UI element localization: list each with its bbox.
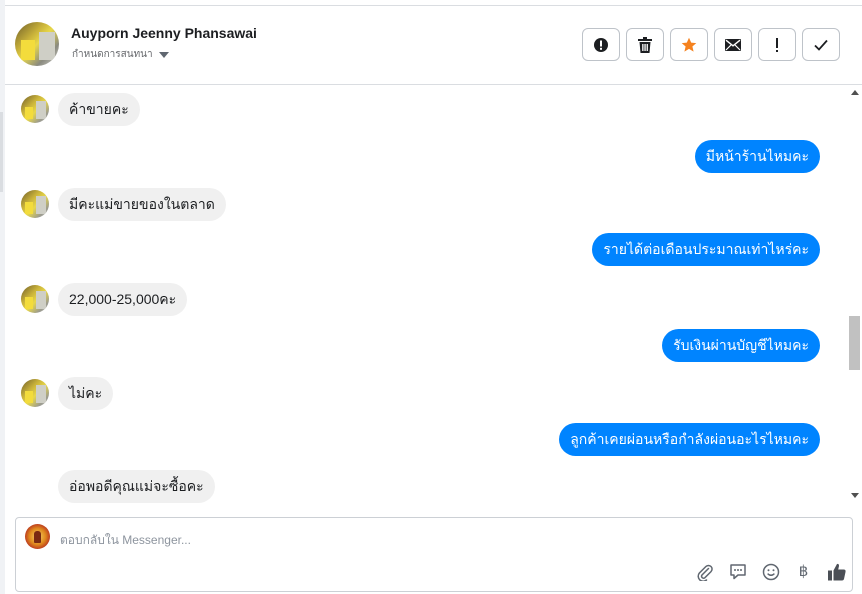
incoming-message-bubble[interactable]: มีคะแม่ขายของในตลาด (58, 188, 226, 221)
alert-circle-icon (594, 37, 608, 52)
attach-file-button[interactable] (694, 561, 715, 582)
incoming-message-bubble[interactable]: ไม่คะ (58, 377, 114, 410)
message-row-outgoing: รายได้ต่อเดือนประมาณเท่าไหร่คะ (5, 230, 847, 270)
check-icon (814, 39, 828, 51)
contact-avatar-small[interactable] (21, 95, 49, 123)
outgoing-message-bubble[interactable]: มีหน้าร้านไหมคะ (694, 140, 820, 173)
message-row-incoming: มีคะแม่ขายของในตลาด (5, 183, 847, 223)
reply-composer: ฿ (15, 517, 853, 592)
outgoing-message-bubble[interactable]: รายได้ต่อเดือนประมาณเท่าไหร่คะ (592, 233, 820, 266)
message-row-outgoing: มีหน้าร้านไหมคะ (5, 137, 847, 177)
speech-bubble-icon (729, 563, 746, 579)
smiley-icon (762, 563, 779, 580)
message-list[interactable]: ค้าขายคะ มีหน้าร้านไหมคะ มีคะแม่ขายของใน… (5, 85, 847, 504)
emoji-button[interactable] (760, 561, 781, 582)
trash-icon (638, 36, 652, 53)
message-list-scrollbar[interactable] (847, 85, 862, 504)
message-row-incoming: 22,000-25,000คะ (5, 278, 847, 318)
mark-spam-button[interactable] (582, 28, 620, 61)
message-row-outgoing: รับเงินผ่านบัญชีไหมคะ (5, 326, 847, 366)
outgoing-message-bubble[interactable]: ลูกค้าเคยผ่อนหรือกำลังผ่อนอะไรไหมคะ (559, 423, 820, 456)
message-row-incoming: ค้าขายคะ (5, 88, 847, 128)
contact-avatar[interactable] (15, 22, 59, 66)
page-avatar (25, 524, 50, 549)
paperclip-icon (696, 564, 713, 581)
delete-button[interactable] (626, 28, 664, 61)
envelope-icon (725, 38, 741, 51)
exclamation-icon (776, 37, 778, 52)
message-row-incoming: อ่อพอดีคุณแม่จะซื้อคะ (5, 465, 847, 504)
conversation-settings-label: กำหนดการสนทนา (72, 49, 153, 60)
scroll-down-arrow-icon[interactable] (851, 493, 859, 498)
outgoing-message-bubble[interactable]: รับเงินผ่านบัญชีไหมคะ (662, 329, 820, 362)
star-icon (681, 37, 697, 52)
mark-unread-button[interactable] (714, 28, 752, 61)
contact-avatar-small[interactable] (21, 190, 49, 218)
incoming-message-bubble[interactable]: 22,000-25,000คะ (58, 283, 188, 316)
contact-avatar-small[interactable] (21, 285, 49, 313)
quick-reply-button[interactable] (727, 561, 748, 582)
mark-done-button[interactable] (802, 28, 840, 61)
reply-input[interactable] (60, 531, 660, 549)
scroll-up-arrow-icon[interactable] (851, 90, 859, 95)
star-button[interactable] (670, 28, 708, 61)
scrollbar-thumb[interactable] (849, 316, 860, 370)
message-row-incoming: ไม่คะ (5, 372, 847, 412)
mark-important-button[interactable] (758, 28, 796, 61)
message-row-outgoing: ลูกค้าเคยผ่อนหรือกำลังผ่อนอะไรไหมคะ (5, 420, 847, 460)
conversation-header: Auyporn Jeenny Phansawai กำหนดการสนทนา (5, 5, 862, 85)
incoming-message-bubble[interactable]: ค้าขายคะ (58, 93, 140, 126)
conversation-settings-dropdown[interactable]: กำหนดการสนทนา (72, 47, 169, 62)
like-button[interactable] (826, 561, 847, 582)
incoming-message-bubble[interactable]: อ่อพอดีคุณแม่จะซื้อคะ (58, 470, 215, 503)
thumbs-up-icon (827, 563, 846, 581)
payment-button[interactable]: ฿ (793, 561, 814, 582)
contact-name[interactable]: Auyporn Jeenny Phansawai (71, 25, 257, 41)
composer-tools: ฿ (694, 561, 847, 582)
contact-avatar-small[interactable] (21, 379, 49, 407)
messenger-conversation-panel: Auyporn Jeenny Phansawai กำหนดการสนทนา ค… (0, 0, 862, 594)
caret-down-icon (158, 51, 169, 58)
header-actions (582, 28, 840, 61)
